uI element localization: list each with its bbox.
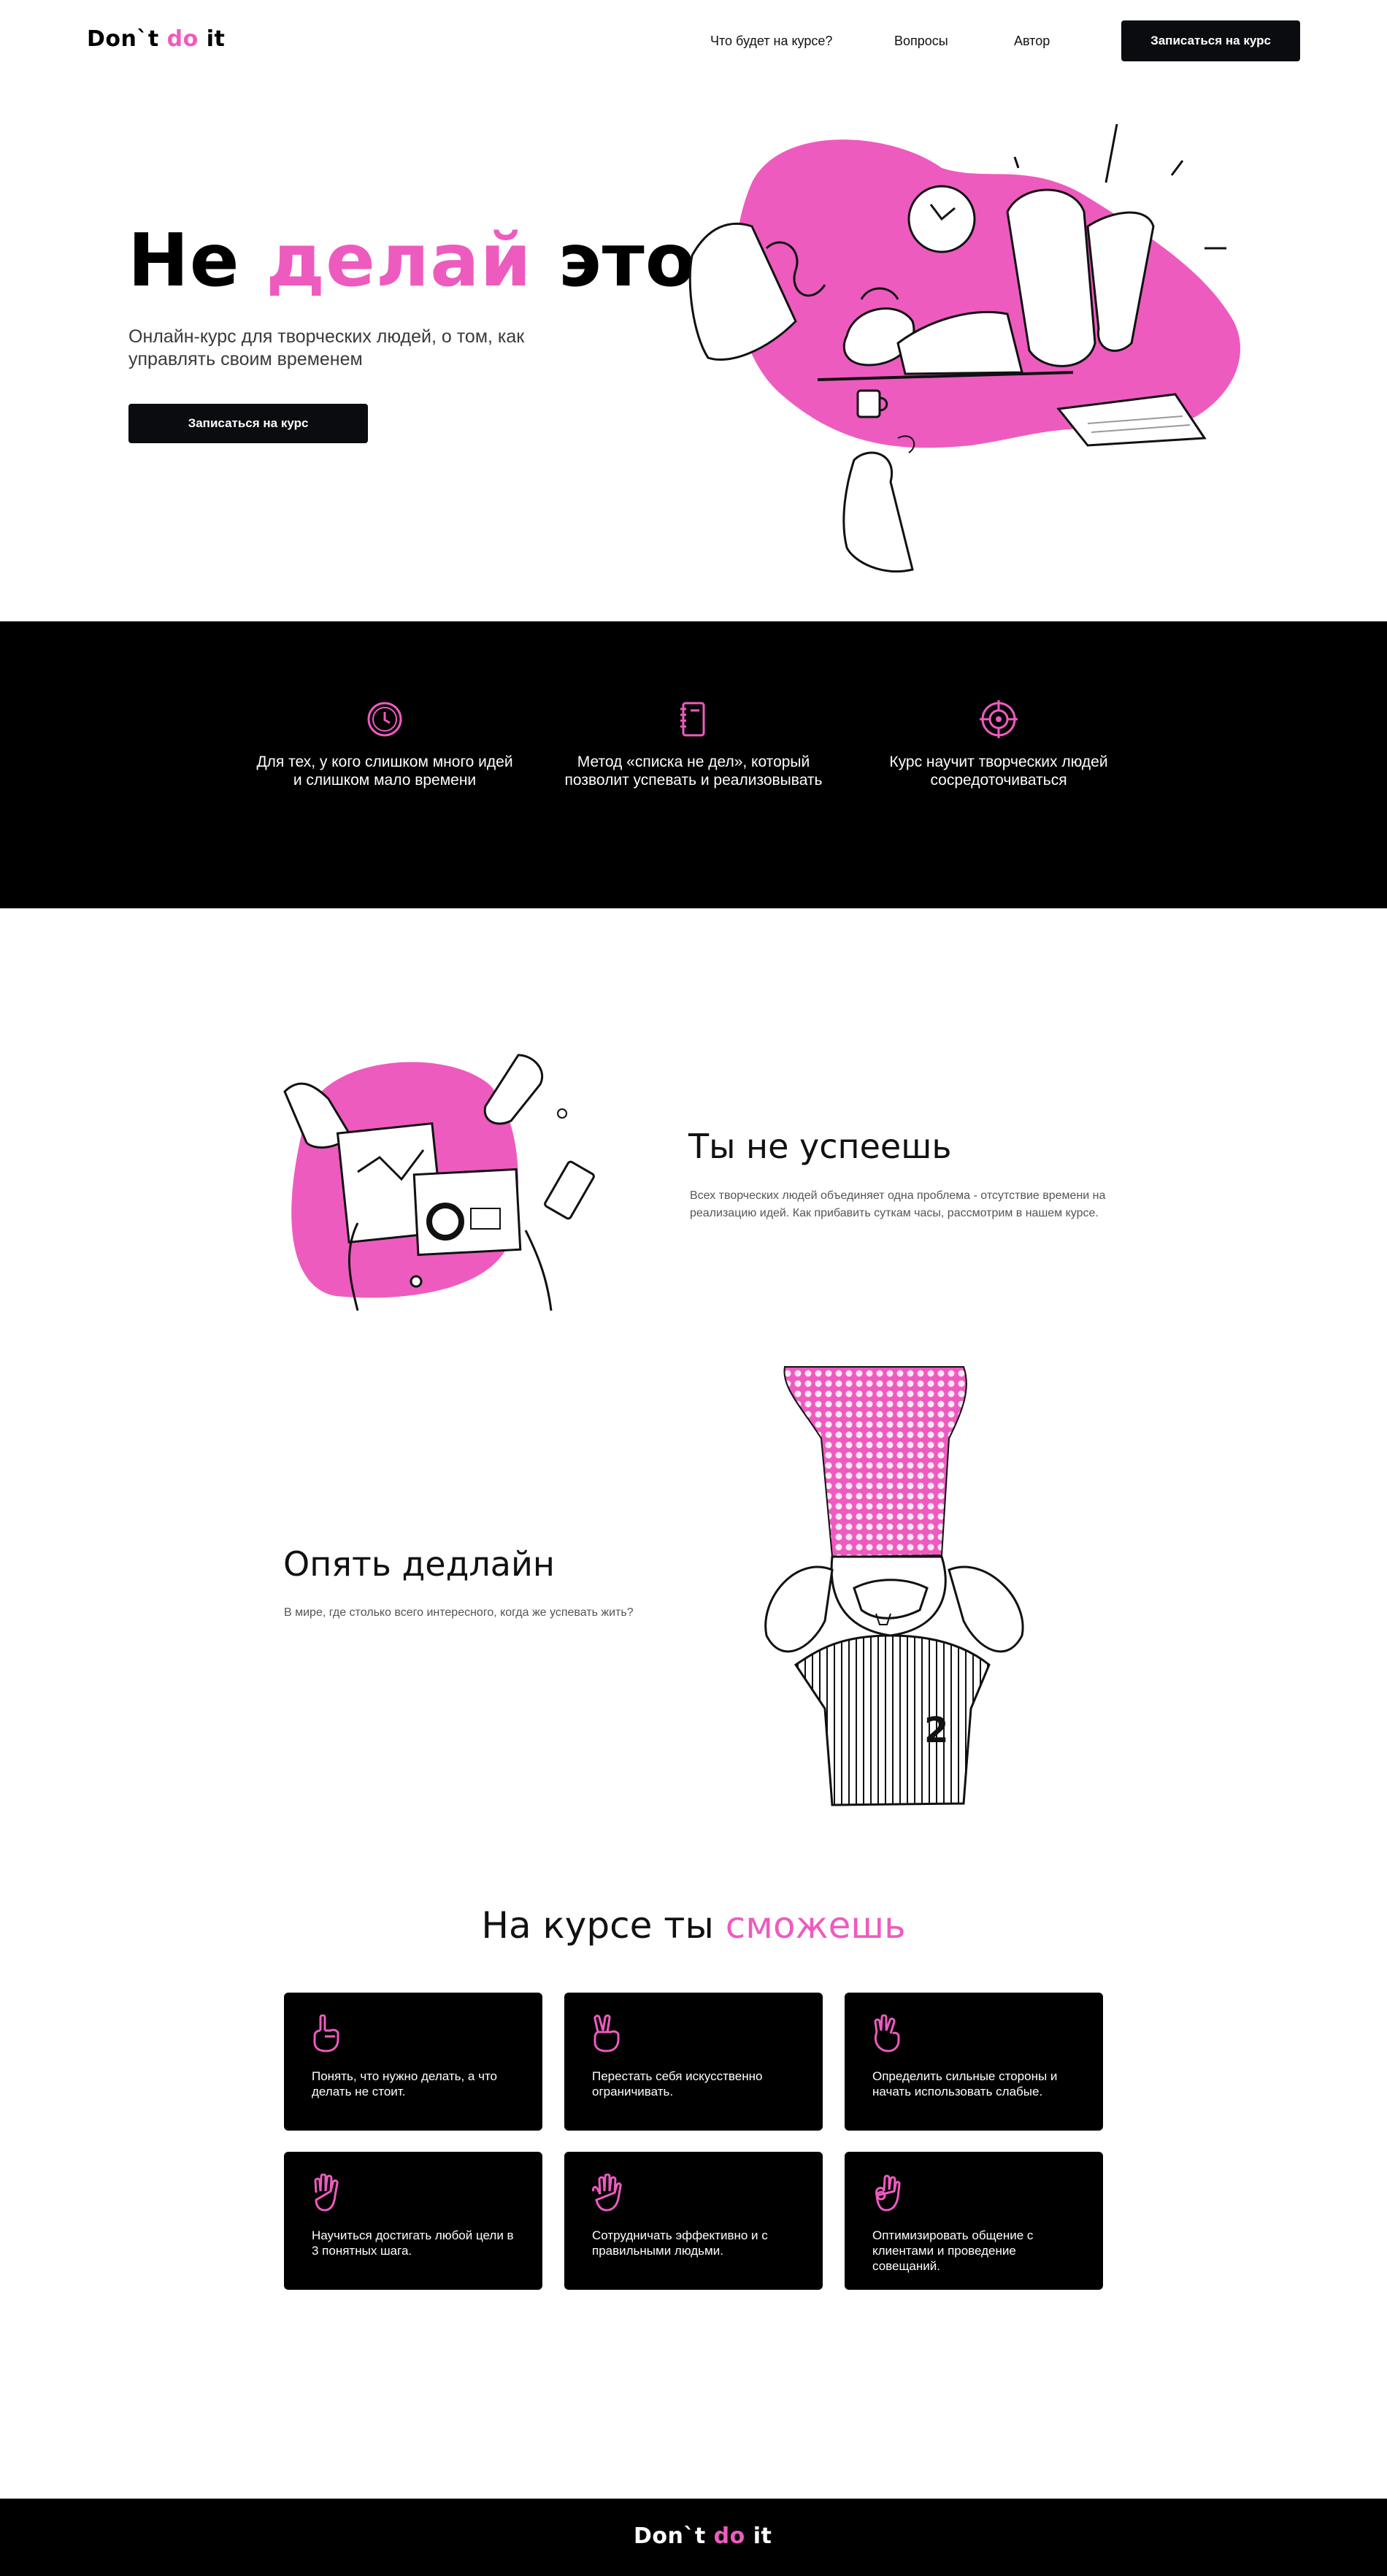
site-header: Don`t do it Что будет на курсе? Вопросы … <box>0 0 1387 82</box>
skill-card-text: Перестать себя искусственно ограничивать… <box>592 2069 763 2098</box>
skill-card: Сотрудничать эффективно и с правильными … <box>564 2152 823 2290</box>
section2-title: Опять дедлайн <box>283 1544 555 1584</box>
hand-four-fingers-icon <box>314 2174 339 2212</box>
feature-item: Для тех, у кого слишком много идей и сли… <box>253 700 516 789</box>
logo[interactable]: Don`t do it <box>87 26 225 52</box>
feature-text: Курс научит творческих людей сосредоточи… <box>889 754 1108 789</box>
skill-card-text: Понять, что нужно делать, а что делать н… <box>312 2069 497 2098</box>
clock-icon <box>367 702 402 737</box>
skill-card-text: Определить сильные стороны и начать испо… <box>872 2069 1058 2098</box>
skill-card: Определить сильные стороны и начать испо… <box>845 1993 1103 2131</box>
nav-link-author[interactable]: Автор <box>1014 34 1050 49</box>
footer-logo-text-accent: do <box>713 2523 745 2549</box>
features-band: Для тех, у кого слишком много идей и сли… <box>0 621 1387 908</box>
skill-card-text: Научиться достигать любой цели в 3 понят… <box>312 2228 514 2258</box>
hand-ok-icon <box>875 2174 901 2212</box>
hero-title-start: Не <box>128 218 266 303</box>
section1-text: Всех творческих людей объединяет одна пр… <box>690 1189 1106 1219</box>
hero-illustration <box>688 123 1241 573</box>
hand-two-fingers-icon <box>593 2015 620 2052</box>
skills-title: На курсе ты сможешь <box>0 1904 1387 1947</box>
hero-title-end: это <box>531 218 696 303</box>
logo-text-accent: do <box>166 26 199 52</box>
feature-item: Метод «списка не дел», который позволит … <box>562 700 825 789</box>
site-footer: Don`t do it <box>0 2499 1387 2576</box>
hand-three-fingers-icon <box>874 2015 900 2052</box>
feature-text: Метод «списка не дел», который позволит … <box>564 754 823 789</box>
section2-illustration: 2 <box>764 1366 1024 1806</box>
hero-title-accent: делай <box>266 218 532 303</box>
section2-text: В мире, где столько всего интересного, к… <box>284 1606 634 1619</box>
footer-logo-text-end: it <box>745 2523 772 2549</box>
skill-card: Перестать себя искусственно ограничивать… <box>564 1993 823 2131</box>
section1-illustration <box>283 1054 595 1311</box>
feature-text: Для тех, у кого слишком много идей и сли… <box>256 754 513 789</box>
hero-signup-button[interactable]: Записаться на курс <box>128 404 368 443</box>
hero-title: Не делай это <box>128 218 696 303</box>
skill-card-text: Оптимизировать общение с клиентами и про… <box>872 2228 1034 2273</box>
skills-title-start: На курсе ты <box>481 1904 726 1947</box>
skills-title-accent: сможешь <box>725 1904 906 1947</box>
feature-item: Курс научит творческих людей сосредоточи… <box>867 700 1130 789</box>
notebook-icon <box>680 702 705 737</box>
skill-card: Понять, что нужно делать, а что делать н… <box>284 1993 542 2131</box>
hand-five-fingers-icon <box>592 2174 622 2212</box>
section1-title: Ты не успеешь <box>688 1127 952 1166</box>
hero-subtitle: Онлайн-курс для творческих людей, о том,… <box>128 326 525 369</box>
nav-link-course-content[interactable]: Что будет на курсе? <box>710 34 832 49</box>
skill-card: Научиться достигать любой цели в 3 понят… <box>284 2152 542 2290</box>
target-icon <box>980 700 1018 738</box>
skill-card: Оптимизировать общение с клиентами и про… <box>845 2152 1103 2290</box>
logo-text-start: Don`t <box>87 26 167 52</box>
jersey-number: 2 <box>924 1710 948 1751</box>
skill-card-text: Сотрудничать эффективно и с правильными … <box>592 2228 768 2258</box>
nav-link-questions[interactable]: Вопросы <box>894 34 948 49</box>
footer-logo-text-start: Don`t <box>634 2523 714 2549</box>
footer-logo[interactable]: Don`t do it <box>634 2523 772 2549</box>
hand-one-finger-icon <box>313 2015 339 2052</box>
logo-text-end: it <box>198 26 226 52</box>
header-signup-button[interactable]: Записаться на курс <box>1121 20 1300 61</box>
